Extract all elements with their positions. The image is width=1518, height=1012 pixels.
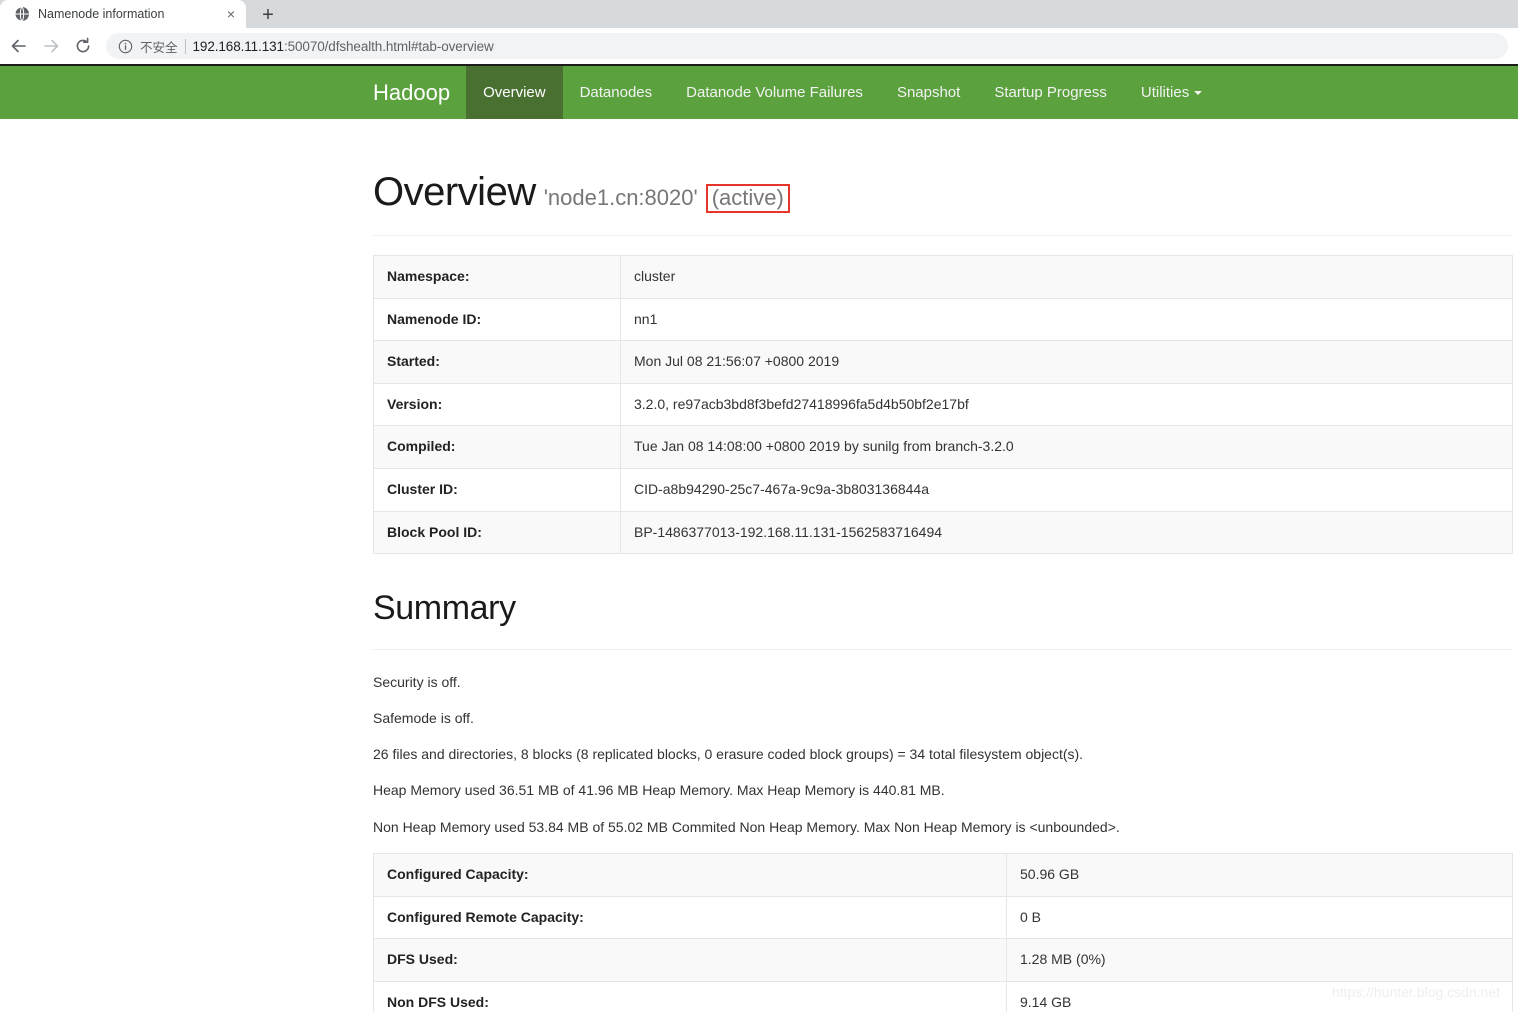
nav-item-snapshot[interactable]: Snapshot [880, 66, 977, 119]
table-row: Configured Capacity: 50.96 GB [373, 853, 1513, 897]
forward-arrow-icon [44, 39, 59, 53]
page-title-text: Overview [373, 170, 536, 214]
reload-icon [76, 37, 90, 53]
overview-table: Namespace: cluster Namenode ID: nn1 Star… [373, 255, 1513, 555]
browser-window: Namenode information × + 不安全 192.168.11.… [0, 0, 1518, 1012]
table-row: Namenode ID: nn1 [373, 297, 1513, 342]
omnibox-divider [184, 38, 186, 54]
nav-item-utilities[interactable]: Utilities [1124, 66, 1219, 119]
reload-button[interactable] [68, 31, 98, 61]
row-value: nn1 [620, 297, 1513, 342]
row-key: Version: [373, 382, 621, 427]
summary-line: Safemode is off. [373, 709, 474, 726]
back-arrow-icon [11, 39, 26, 53]
nav-item-datanodes[interactable]: Datanodes [563, 66, 670, 119]
nav-item-snapshot-label: Snapshot [896, 84, 961, 101]
summary-line: 26 files and directories, 8 blocks (8 re… [373, 746, 1084, 763]
row-key: Cluster ID: [373, 467, 621, 512]
row-value: 1.28 MB (0%) [1006, 938, 1513, 982]
row-key: DFS Used: [373, 938, 1007, 982]
summary-divider [373, 648, 1513, 650]
table-row: DFS Used: 1.28 MB (0%) [373, 938, 1513, 982]
tab-title: Namenode information [38, 7, 165, 21]
nav-item-datanode-volume-failures[interactable]: Datanode Volume Failures [669, 66, 880, 119]
row-value: 0 B [1006, 895, 1513, 940]
row-key: Non DFS Used: [373, 980, 1007, 1012]
row-value: 3.2.0, re97acb3bd8f3befd27418996fa5d4b50… [620, 382, 1513, 427]
page-content: Overview 'node1.cn:8020' (active) Namespac… [0, 170, 1518, 1012]
browser-toolbar: 不安全 192.168.11.131:50070/dfshealth.html#… [0, 28, 1518, 64]
summary-line: Non Heap Memory used 53.84 MB of 55.02 M… [373, 818, 1120, 835]
table-row: Block Pool ID: BP-1486377013-192.168.11.… [373, 510, 1513, 555]
row-value: BP-1486377013-192.168.11.131-15625837164… [620, 510, 1513, 555]
back-button[interactable] [4, 31, 34, 61]
summary-title: Summary [373, 589, 516, 628]
table-row: Namespace: cluster [373, 255, 1513, 299]
forward-button[interactable] [36, 31, 66, 61]
hadoop-navbar: Hadoop Overview Datanodes Datanode Volum… [0, 66, 1518, 119]
status-badge: (active) [705, 184, 790, 213]
browser-tab[interactable]: Namenode information × [0, 0, 246, 28]
summary-line: Heap Memory used 36.51 MB of 41.96 MB He… [373, 782, 945, 799]
tab-strip: Namenode information × + [0, 0, 1518, 28]
address-bar[interactable]: 不安全 192.168.11.131:50070/dfshealth.html#… [106, 33, 1508, 59]
url-text: 192.168.11.131:50070/dfshealth.html#tab-… [193, 39, 494, 54]
nav-item-datanode-volume-failures-label: Datanode Volume Failures [686, 84, 863, 101]
table-row: Started: Mon Jul 08 21:56:07 +0800 2019 [373, 340, 1513, 384]
nav-item-startup-progress-label: Startup Progress [994, 84, 1107, 101]
row-value: 50.96 GB [1006, 853, 1513, 897]
watermark: https://hunter.blog.csdn.net [1331, 984, 1500, 1000]
brand-hadoop[interactable]: Hadoop [357, 66, 466, 119]
row-key: Block Pool ID: [373, 510, 621, 555]
table-row: Cluster ID: CID-a8b94290-25c7-467a-9c9a-… [373, 467, 1513, 512]
row-key: Namespace: [373, 255, 621, 299]
row-key: Namenode ID: [373, 297, 621, 342]
row-key: Started: [373, 340, 621, 384]
globe-icon [14, 6, 29, 22]
row-value: Mon Jul 08 21:56:07 +0800 2019 [620, 340, 1513, 384]
page-title-host: 'node1.cn:8020' [543, 185, 698, 210]
security-status-label: 不安全 [140, 40, 178, 55]
table-row: Version: 3.2.0, re97acb3bd8f3befd2741899… [373, 382, 1513, 427]
table-row: Configured Remote Capacity: 0 B [373, 895, 1513, 940]
page-viewport: Hadoop Overview Datanodes Datanode Volum… [0, 64, 1518, 1012]
table-row: Compiled: Tue Jan 08 14:08:00 +0800 2019… [373, 425, 1513, 469]
summary-line: Security is off. [373, 673, 461, 690]
row-key: Configured Remote Capacity: [373, 895, 1007, 940]
info-circle-icon[interactable] [118, 39, 133, 54]
row-value: CID-a8b94290-25c7-467a-9c9a-3b803136844a [620, 467, 1513, 512]
nav-item-utilities-label: Utilities [1140, 84, 1190, 101]
row-key: Compiled: [373, 425, 621, 469]
page-title: Overview 'node1.cn:8020' (active) [373, 170, 1513, 214]
nav-item-overview-label: Overview [483, 84, 546, 101]
url-host: 192.168.11.131 [192, 38, 285, 54]
url-path: :50070/dfshealth.html#tab-overview [283, 38, 494, 54]
chevron-down-icon [1194, 90, 1203, 95]
brand-label: Hadoop [373, 79, 451, 105]
close-icon[interactable]: × [222, 5, 240, 23]
new-tab-button[interactable]: + [250, 2, 286, 28]
nav-item-datanodes-label: Datanodes [579, 84, 653, 101]
row-value: cluster [620, 255, 1513, 299]
nav-item-startup-progress[interactable]: Startup Progress [977, 66, 1124, 119]
summary-text-block: Security is off. Safemode is off. 26 fil… [373, 672, 1513, 837]
row-value: Tue Jan 08 14:08:00 +0800 2019 by sunilg… [620, 425, 1513, 469]
row-key: Configured Capacity: [373, 853, 1007, 897]
title-divider [373, 235, 1513, 236]
nav-item-overview[interactable]: Overview [466, 66, 563, 119]
